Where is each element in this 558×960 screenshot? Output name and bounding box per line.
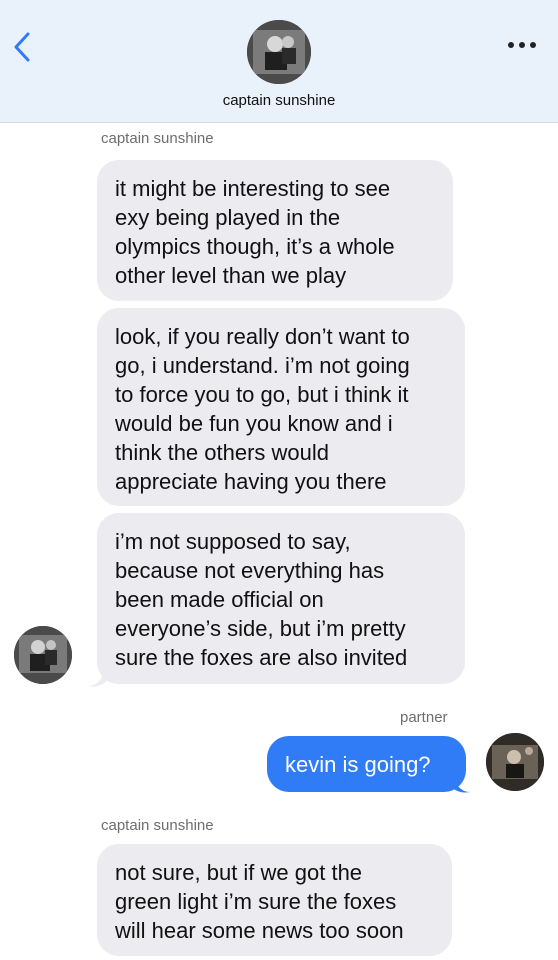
message-line: appreciate having you there: [115, 469, 387, 494]
contact-avatar[interactable]: [247, 20, 311, 84]
message-line: go, i understand. i’m not going: [115, 353, 410, 378]
message-line: think the others would: [115, 440, 330, 465]
message-line: look, if you really don’t want to: [115, 324, 410, 349]
message-line: exy being played in the: [115, 205, 341, 230]
message-line: i’m not supposed to say,: [115, 529, 351, 554]
message-line: because not everything has: [115, 558, 385, 583]
incoming-message-bubble[interactable]: it might be interesting to see exy being…: [97, 160, 453, 301]
incoming-message-bubble[interactable]: look, if you really don’t want to go, i …: [97, 308, 465, 506]
message-line: will hear some news too soon: [115, 918, 404, 943]
message-line: kevin is going?: [285, 752, 431, 777]
sender-label: captain sunshine: [101, 817, 214, 834]
more-dots-icon[interactable]: [506, 38, 538, 52]
contact-name[interactable]: captain sunshine: [0, 92, 558, 109]
message-line: olympics though, it’s a whole: [115, 234, 395, 259]
message-line: sure the foxes are also invited: [115, 645, 408, 670]
incoming-avatar[interactable]: [14, 626, 72, 684]
sender-label: partner: [400, 709, 448, 726]
message-line: to force you to go, but i think it: [115, 382, 409, 407]
message-line: green light i’m sure the foxes: [115, 889, 397, 914]
message-line: everyone’s side, but i’m pretty: [115, 616, 406, 641]
incoming-bubble-tail: [88, 672, 110, 687]
incoming-message-bubble[interactable]: i’m not supposed to say, because not eve…: [97, 513, 465, 684]
message-line: would be fun you know and i: [115, 411, 393, 436]
incoming-message-bubble[interactable]: not sure, but if we got the green light …: [97, 844, 452, 956]
sender-label: captain sunshine: [101, 130, 214, 147]
message-line: other level than we play: [115, 263, 347, 288]
outgoing-bubble-tail: [448, 778, 470, 793]
message-line: it might be interesting to see: [115, 176, 391, 201]
chevron-left-icon[interactable]: [10, 30, 34, 64]
outgoing-message-bubble[interactable]: kevin is going?: [267, 736, 466, 792]
message-line: been made official on: [115, 587, 324, 612]
message-line: not sure, but if we got the: [115, 860, 363, 885]
chat-header: captain sunshine: [0, 0, 558, 123]
outgoing-avatar[interactable]: [486, 733, 544, 791]
